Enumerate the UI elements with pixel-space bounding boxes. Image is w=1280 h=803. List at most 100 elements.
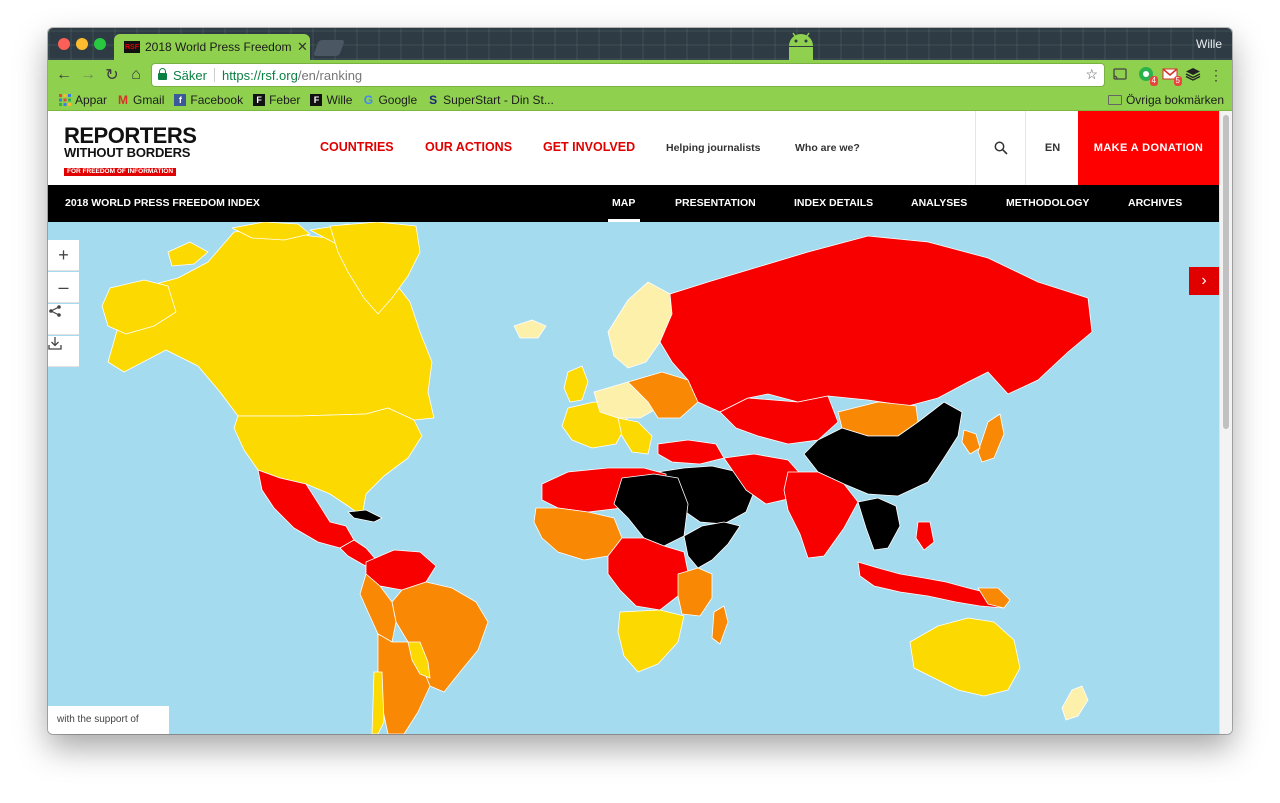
zoom-in-button[interactable]: +	[48, 240, 79, 271]
google-icon: G	[363, 93, 374, 107]
korea-japan	[961, 413, 1005, 463]
profile-name[interactable]: Wille	[1196, 37, 1222, 51]
donate-button[interactable]: MAKE A DONATION	[1078, 111, 1219, 185]
turkey	[657, 439, 725, 465]
bookmark-feber[interactable]: F Feber	[253, 93, 300, 107]
southern-africa	[617, 609, 685, 673]
bookmark-superstart[interactable]: S SuperStart - Din St...	[427, 93, 554, 107]
new-zealand	[1061, 685, 1089, 721]
world-map-svg	[101, 222, 1093, 734]
iceland	[513, 319, 547, 339]
feber-icon: F	[310, 94, 323, 106]
superstart-icon: S	[429, 93, 438, 107]
search-icon	[994, 141, 1008, 155]
logo-line-3: FOR FREEDOM OF INFORMATION	[64, 168, 177, 176]
usa	[233, 407, 423, 517]
uk-ireland	[563, 365, 589, 403]
rsf-logo[interactable]: REPORTERS WITHOUT BORDERS FOR FREEDOM OF…	[64, 123, 204, 178]
bookmark-label: Feber	[269, 93, 301, 107]
apps-grid-icon	[59, 94, 71, 106]
gmail-badge: 5	[1173, 76, 1182, 86]
search-button[interactable]	[975, 111, 1026, 185]
tab-index-details[interactable]: INDEX DETAILS	[794, 197, 873, 209]
download-button[interactable]	[48, 336, 79, 367]
nav-helping-journalists[interactable]: Helping journalists	[666, 142, 761, 154]
maximize-window-button[interactable]	[94, 38, 106, 50]
reload-icon[interactable]: ↻	[102, 65, 122, 85]
egypt-libya-sudan	[613, 473, 689, 547]
nav-our-actions[interactable]: OUR ACTIONS	[425, 140, 512, 154]
russia	[659, 235, 1093, 413]
nav-get-involved[interactable]: GET INVOLVED	[543, 140, 635, 154]
android-logo-icon	[789, 32, 813, 60]
secure-label: Säker	[173, 67, 207, 83]
horn-of-africa	[683, 521, 741, 569]
site-header: REPORTERS WITHOUT BORDERS FOR FREEDOM OF…	[48, 111, 1219, 185]
other-bookmarks[interactable]: Övriga bokmärken	[1107, 93, 1224, 107]
tab-archives[interactable]: ARCHIVES	[1128, 197, 1182, 209]
gmail-icon: M	[118, 93, 129, 107]
back-arrow-icon[interactable]: ←	[54, 65, 74, 85]
close-window-button[interactable]	[58, 38, 70, 50]
tab-analyses[interactable]: ANALYSES	[911, 197, 967, 209]
tab-map[interactable]: MAP	[612, 197, 635, 209]
url-path: /en/ranking	[297, 67, 363, 83]
nav-countries[interactable]: COUNTRIES	[320, 140, 394, 154]
new-tab-button[interactable]	[313, 40, 345, 56]
browser-toolbar: ← → ↻ ⌂ Säker https://rsf.org/en/ranking…	[48, 60, 1232, 90]
bookmark-gmail[interactable]: M Gmail	[117, 93, 164, 107]
extension-badge: 4	[1149, 76, 1158, 86]
tab-close-icon[interactable]: ✕	[297, 39, 308, 55]
minimize-window-button[interactable]	[76, 38, 88, 50]
rsf-favicon-icon: RSF	[124, 41, 140, 53]
browser-window: RSF 2018 World Press Freedom Ind ✕ Wille…	[48, 28, 1232, 734]
share-button[interactable]	[48, 304, 79, 335]
home-icon[interactable]: ⌂	[126, 65, 146, 85]
facebook-icon: f	[174, 94, 187, 106]
bookmark-star-icon[interactable]: ☆	[1085, 66, 1098, 83]
language-switch[interactable]: EN	[1025, 111, 1079, 185]
omnibox-divider	[213, 68, 215, 82]
bookmark-apps[interactable]: Appar	[59, 93, 107, 107]
central-africa	[607, 537, 689, 611]
bookmark-label: SuperStart - Din St...	[443, 93, 554, 107]
browser-menu-icon[interactable]: ⋮	[1206, 65, 1226, 85]
tab-methodology[interactable]: METHODOLOGY	[1006, 197, 1089, 209]
bookmark-google[interactable]: G Google	[362, 93, 417, 107]
world-press-freedom-map[interactable]: + – › with the support of	[48, 222, 1219, 734]
next-panel-button[interactable]: ›	[1189, 267, 1219, 295]
kazakhstan-central-asia	[719, 395, 839, 445]
bookmark-label: Wille	[326, 93, 353, 107]
madagascar	[711, 605, 729, 645]
logo-line-1: REPORTERS	[64, 123, 197, 148]
bookmark-label: Facebook	[190, 93, 244, 107]
east-africa	[677, 567, 713, 617]
buffer-stack-icon[interactable]	[1185, 66, 1201, 82]
browser-tab[interactable]: RSF 2018 World Press Freedom Ind ✕	[114, 34, 310, 60]
balkans-italy	[617, 417, 653, 455]
index-title: 2018 WORLD PRESS FREEDOM INDEX	[65, 197, 260, 209]
index-subnav: 2018 WORLD PRESS FREEDOM INDEX MAP PRESE…	[48, 185, 1219, 227]
page-scrollbar[interactable]	[1219, 111, 1232, 734]
nav-who-are-we[interactable]: Who are we?	[795, 142, 860, 154]
scrollbar-thumb[interactable]	[1223, 115, 1229, 429]
support-box: with the support of	[48, 706, 169, 734]
bookmark-facebook[interactable]: f Facebook	[174, 93, 243, 107]
tab-presentation[interactable]: PRESENTATION	[675, 197, 756, 209]
australia	[909, 617, 1021, 697]
logo-line-2: WITHOUT BORDERS	[64, 145, 191, 160]
share-icon	[49, 305, 61, 317]
extension-green-icon[interactable]: 4	[1138, 66, 1158, 86]
download-icon	[48, 337, 62, 350]
gmail-extension-icon[interactable]: 5	[1162, 66, 1182, 86]
folder-icon	[1107, 95, 1122, 105]
zoom-out-button[interactable]: –	[48, 272, 79, 303]
cast-icon[interactable]	[1112, 66, 1128, 82]
bookmark-label: Gmail	[133, 93, 165, 107]
title-bar: RSF 2018 World Press Freedom Ind ✕ Wille	[48, 28, 1232, 60]
scandinavia	[607, 281, 673, 369]
bookmark-wille[interactable]: F Wille	[310, 93, 352, 107]
address-bar[interactable]: Säker https://rsf.org/en/ranking ☆	[152, 64, 1104, 86]
forward-arrow-icon[interactable]: →	[78, 65, 98, 85]
tab-title: 2018 World Press Freedom Ind	[145, 40, 295, 54]
